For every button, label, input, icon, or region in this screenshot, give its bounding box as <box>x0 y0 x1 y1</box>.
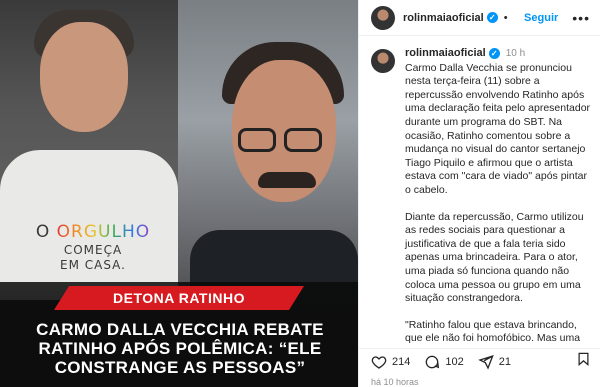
share-icon <box>477 354 494 370</box>
more-options-icon[interactable]: ••• <box>572 10 590 26</box>
caption-paragraph: Carmo Dalla Vecchia se pronunciou nesta … <box>405 61 591 196</box>
shirt-text-orgulho: ORGULHO <box>56 222 151 242</box>
caption-area: rolinmaiaoficial ✓ 10 h Carmo Dalla Vecc… <box>359 37 600 345</box>
like-button[interactable]: 214 <box>371 354 410 370</box>
red-banner: DETONA RATINHO <box>54 286 304 310</box>
verified-badge-icon: ✓ <box>486 12 498 23</box>
face-left <box>40 22 128 132</box>
post-time[interactable]: 10 h <box>506 47 525 61</box>
bookmark-icon <box>578 352 589 366</box>
like-count: 214 <box>392 355 411 368</box>
posted-time[interactable]: há 10 horas <box>371 377 419 387</box>
save-button[interactable] <box>576 351 591 372</box>
heart-icon <box>371 355 387 369</box>
caption-paragraph: "Ratinho falou que estava brincando, que… <box>405 318 581 345</box>
shirt-text-o: O <box>35 222 57 242</box>
shirt-text-line2: COMEÇA <box>63 243 123 258</box>
shirt-print: O ORGULHO COMEÇA EM CASA. <box>28 222 158 273</box>
verified-badge-icon: ✓ <box>488 48 500 60</box>
post-sidebar: rolinmaiaoficial ✓ • Seguir ••• rolinmai… <box>358 0 600 387</box>
comment-icon <box>426 355 440 368</box>
glasses-lens-right <box>284 128 322 152</box>
author-name[interactable]: rolinmaiaoficial <box>403 12 484 24</box>
action-bar: 214 102 21 <box>359 348 600 374</box>
author-username[interactable]: rolinmaiaoficial ✓ <box>403 12 498 24</box>
caption-text: Carmo Dalla Vecchia se pronunciou nesta … <box>405 62 591 345</box>
post-image[interactable]: O ORGULHO COMEÇA EM CASA. DETONA RATINHO… <box>0 0 358 387</box>
caption-header: rolinmaiaoficial ✓ 10 h <box>405 47 591 61</box>
avatar[interactable] <box>371 5 395 30</box>
caption-paragraph: Diante da repercussão, Carmo utilizou as… <box>405 210 584 305</box>
caption-author-name[interactable]: rolinmaiaoficial <box>405 47 486 61</box>
shirt-text-line3: EM CASA. <box>60 258 126 273</box>
comment-button[interactable]: 102 <box>424 354 464 370</box>
share-button[interactable]: 21 <box>477 354 511 370</box>
glasses-lens-left <box>238 128 276 152</box>
post-header: rolinmaiaoficial ✓ • Seguir ••• <box>359 0 600 36</box>
share-count: 21 <box>498 355 511 368</box>
follow-button[interactable]: Seguir <box>524 12 558 24</box>
caption-body: rolinmaiaoficial ✓ 10 h Carmo Dalla Vecc… <box>405 47 591 345</box>
mustache <box>258 172 316 188</box>
separator-dot: • <box>503 11 508 24</box>
comment-count: 102 <box>445 355 464 368</box>
caption-avatar[interactable] <box>371 49 395 73</box>
caption-username[interactable]: rolinmaiaoficial ✓ <box>405 47 500 61</box>
image-headline: CARMO DALLA VECCHIA REBATE RATINHO APÓS … <box>36 320 324 377</box>
